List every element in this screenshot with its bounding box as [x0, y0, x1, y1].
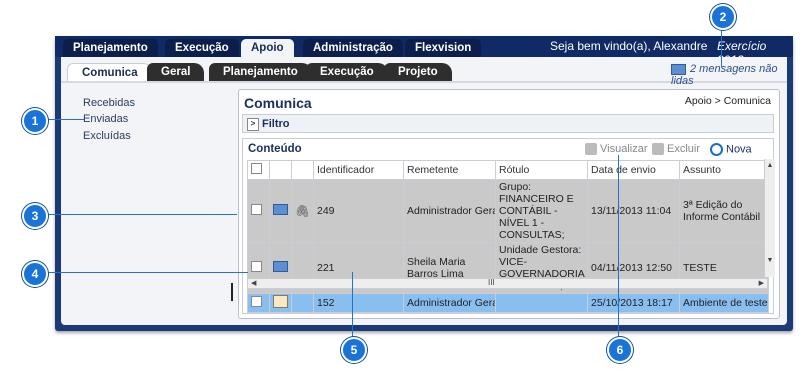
subtab-planejamento[interactable]: Planejamento: [209, 63, 312, 82]
scroll-thumb-grip: III: [488, 278, 495, 287]
scroll-right-icon[interactable]: ▶: [759, 279, 764, 287]
row-attach-cell: [291, 293, 314, 313]
filter-bar[interactable]: > Filtro: [242, 114, 774, 133]
table-row[interactable]: 🖇 249 Administrador Geral Grupo: FINANCE…: [247, 179, 769, 243]
delete-label: Excluir: [667, 143, 701, 155]
collapse-handle[interactable]: [231, 283, 237, 301]
cell-date: 25/10/2013 18:17: [587, 293, 680, 313]
sidebar-item-enviadas[interactable]: Enviadas: [83, 113, 128, 125]
callout-4: 4: [22, 261, 48, 287]
select-all-checkbox[interactable]: [251, 163, 262, 174]
content-panel: Comunica Geral Planejamento Execução Pro…: [61, 57, 787, 325]
view-button[interactable]: Visualizar: [585, 143, 648, 156]
sidebar-item-recebidas[interactable]: Recebidas: [83, 97, 135, 109]
content-section: Conteúdo Visualizar Excluir Nova Identif…: [242, 138, 775, 314]
cell-label: Grupo: FINANCEIRO E CONTÁBIL - NÍVEL 1 -…: [495, 179, 588, 243]
page-title: Comunica: [244, 95, 312, 111]
cell-id: 249: [313, 179, 404, 243]
cell-label: [495, 293, 588, 313]
sidebar-item-excluidas[interactable]: Excluídas: [83, 130, 131, 142]
scroll-up-icon[interactable]: ▲: [765, 162, 775, 169]
callout-1: 1: [22, 108, 48, 134]
view-label: Visualizar: [600, 143, 648, 155]
tab-execucao[interactable]: Execução: [165, 39, 239, 57]
row-attach-cell: 🖇: [291, 179, 314, 243]
view-icon: [585, 143, 597, 156]
breadcrumb: Apoio > Comunica: [684, 95, 771, 107]
app-window: Planejamento Execução Apoio Administraçã…: [55, 36, 793, 331]
header-select[interactable]: [247, 160, 270, 180]
new-label: Nova: [726, 143, 752, 156]
cell-subject: 3ª Edição do Informe Contábil: [679, 179, 769, 243]
subtab-execucao[interactable]: Execução: [306, 63, 388, 82]
row-icon-cell: [269, 179, 292, 243]
header-data[interactable]: Data de envio: [587, 160, 680, 180]
horizontal-scrollbar[interactable]: ◀ III ▶: [247, 278, 768, 289]
callout-line-3: [44, 214, 237, 215]
callout-line-1: [44, 119, 84, 120]
subtab-comunica[interactable]: Comunica: [67, 63, 153, 82]
callout-2: 2: [710, 4, 736, 30]
envelope-icon: [273, 204, 288, 215]
row-checkbox-cell[interactable]: [247, 179, 270, 243]
row-icon-cell: [269, 293, 292, 313]
paperclip-icon: 🖇: [295, 204, 311, 218]
header-icon: [269, 160, 292, 180]
filter-label: Filtro: [262, 118, 290, 130]
table-header: Identificador Remetente Rótulo Data de e…: [247, 160, 769, 180]
chevron-right-icon: >: [247, 117, 259, 131]
callout-line-6: [618, 155, 619, 338]
main-area: Comunica Apoio > Comunica > Filtro Conteú…: [238, 89, 780, 319]
delete-button[interactable]: Excluir: [652, 143, 701, 156]
envelope-icon: [273, 261, 288, 272]
envelope-icon: [671, 63, 686, 75]
tab-apoio[interactable]: Apoio: [241, 39, 294, 57]
tab-flexvision[interactable]: Flexvision: [405, 39, 482, 57]
tab-administracao[interactable]: Administração: [303, 39, 403, 57]
new-icon: [710, 143, 723, 156]
subtab-geral[interactable]: Geral: [147, 63, 205, 82]
unread-messages-link[interactable]: 2 mensagens não lidas: [671, 63, 787, 87]
scroll-left-icon[interactable]: ◀: [251, 279, 256, 287]
callout-line-4: [44, 272, 248, 273]
header-rotulo[interactable]: Rótulo: [495, 160, 588, 180]
cell-date: 13/11/2013 11:04: [587, 179, 680, 243]
cell-sender: Administrador Geral: [403, 179, 496, 243]
tab-planejamento[interactable]: Planejamento: [63, 39, 158, 57]
header-assunto[interactable]: Assunto: [679, 160, 769, 180]
callout-line-5: [352, 272, 353, 338]
cell-sender: Administrador Geral: [403, 293, 496, 313]
subtab-projeto[interactable]: Projeto: [384, 63, 452, 82]
scroll-down-icon[interactable]: ▼: [765, 257, 775, 264]
callout-3: 3: [22, 203, 48, 229]
messages-table: Identificador Remetente Rótulo Data de e…: [247, 160, 769, 313]
row-checkbox[interactable]: [251, 204, 262, 215]
header-attach: [291, 160, 314, 180]
table-row[interactable]: 152 Administrador Geral 25/10/2013 18:17…: [247, 293, 769, 313]
row-checkbox[interactable]: [251, 296, 262, 307]
header-remetente[interactable]: Remetente: [403, 160, 496, 180]
callout-line-2: [721, 27, 722, 67]
cell-id: 152: [313, 293, 404, 313]
content-title: Conteúdo: [248, 143, 302, 155]
trash-icon: [652, 143, 664, 156]
unread-messages-text: 2 mensagens não lidas: [671, 63, 778, 87]
callout-6: 6: [607, 337, 633, 363]
header-identificador[interactable]: Identificador: [313, 160, 404, 180]
cell-subject: Ambiente de teste: [679, 293, 769, 313]
row-checkbox-cell[interactable]: [247, 293, 270, 313]
new-button[interactable]: Nova: [710, 143, 752, 156]
vertical-scrollbar[interactable]: ▲ ▼: [764, 159, 775, 277]
open-envelope-icon: [273, 295, 288, 308]
welcome-text: Seja bem vindo(a), Alexandre: [550, 39, 708, 53]
row-checkbox[interactable]: [251, 261, 262, 272]
main-nav: Planejamento Execução Apoio Administraçã…: [55, 36, 793, 67]
callout-5: 5: [341, 337, 367, 363]
